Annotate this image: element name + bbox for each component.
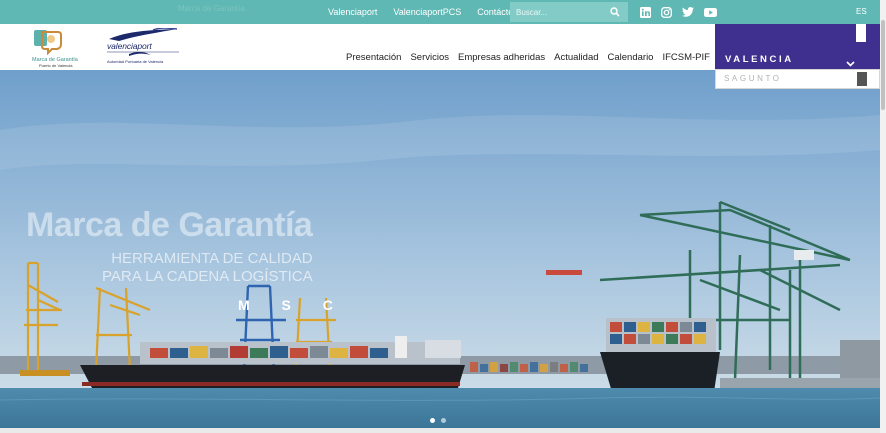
hero-subtitle-line1: HERRAMIENTA DE CALIDAD bbox=[111, 250, 313, 267]
port-other-label: SAGUNTO bbox=[724, 74, 782, 83]
nav-presentacion[interactable]: Presentación bbox=[346, 52, 401, 63]
port-option-sagunto[interactable]: SAGUNTO bbox=[715, 69, 880, 89]
language-selector[interactable]: ES bbox=[856, 7, 867, 16]
twitter-icon[interactable] bbox=[682, 7, 694, 17]
social-links bbox=[640, 0, 717, 24]
main-navigation: Presentación Servicios Empresas adherida… bbox=[346, 52, 710, 63]
slider-dot-1[interactable] bbox=[430, 418, 435, 423]
nav-empresas-adheridas[interactable]: Empresas adheridas bbox=[458, 52, 545, 63]
nav-actualidad[interactable]: Actualidad bbox=[554, 52, 598, 63]
hero-subtitle-line2: PARA LA CADENA LOGÍSTICA bbox=[102, 268, 313, 285]
ship-name-label: M S C bbox=[238, 297, 347, 313]
toplink-valenciaport[interactable]: Valenciaport bbox=[320, 7, 385, 17]
port-selector: VALENCIA SAGUNTO bbox=[715, 24, 880, 89]
topbar-ghost-text: Marca de Garantía bbox=[178, 4, 245, 13]
toplink-valenciaportpcs[interactable]: ValenciaportPCS bbox=[385, 7, 469, 17]
search-input[interactable] bbox=[510, 3, 606, 21]
scrollbar-marker bbox=[857, 72, 867, 86]
logo-marca-line2: Puerto de Valencia bbox=[39, 63, 73, 68]
port-active-label: VALENCIA bbox=[725, 54, 794, 65]
nav-servicios[interactable]: Servicios bbox=[410, 52, 449, 63]
instagram-icon[interactable] bbox=[661, 6, 672, 18]
search-box bbox=[510, 2, 628, 22]
scrollbar-thumb[interactable] bbox=[881, 20, 885, 110]
marca-garantia-logo[interactable]: Marca de Garantía Puerto de Valencia bbox=[28, 28, 88, 68]
slider-pagination bbox=[430, 418, 446, 423]
vertical-scrollbar[interactable] bbox=[880, 0, 886, 433]
hero-port-image bbox=[0, 70, 880, 428]
nav-ifcsm-pif[interactable]: IFCSM-PIF bbox=[662, 52, 710, 63]
logo-valenciaport-line2: Autoridad Portuaria de Valencia bbox=[107, 59, 164, 64]
valenciaport-logo[interactable]: valenciaport Autoridad Portuaria de Vale… bbox=[105, 28, 181, 68]
search-icon[interactable] bbox=[606, 3, 624, 21]
slider-dot-2[interactable] bbox=[441, 418, 446, 423]
youtube-icon[interactable] bbox=[704, 7, 717, 17]
top-utility-bar: Marca de Garantía Valenciaport Valenciap… bbox=[0, 0, 886, 24]
hero-banner: Marca de Garantía HERRAMIENTA DE CALIDAD… bbox=[0, 70, 880, 428]
marca-garantia-emblem-icon bbox=[34, 30, 62, 56]
valenciaport-wave-icon bbox=[107, 51, 179, 56]
port-selector-marker bbox=[856, 24, 866, 42]
linkedin-icon[interactable] bbox=[640, 6, 651, 18]
port-option-valencia[interactable]: VALENCIA bbox=[715, 24, 880, 69]
nav-calendario[interactable]: Calendario bbox=[608, 52, 654, 63]
top-links: Valenciaport ValenciaportPCS Contáctenos bbox=[320, 0, 536, 24]
valenciaport-swoosh-icon bbox=[109, 28, 178, 41]
hero-subtitle: HERRAMIENTA DE CALIDAD PARA LA CADENA LO… bbox=[102, 250, 313, 286]
hero-title: Marca de Garantía bbox=[26, 206, 313, 244]
page-bottom-strip bbox=[0, 428, 880, 433]
